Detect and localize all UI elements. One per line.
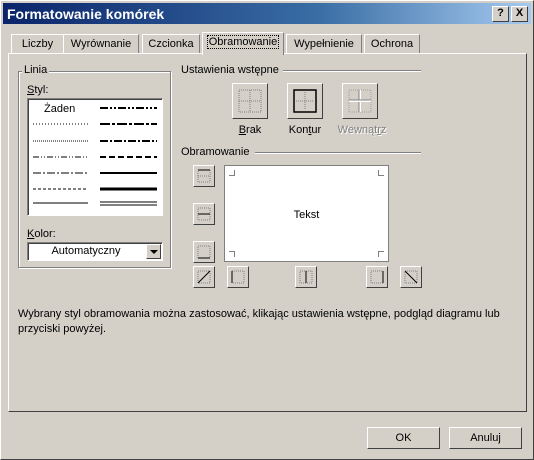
preset-none-button[interactable] <box>232 83 268 119</box>
border-right-button[interactable] <box>366 266 388 288</box>
border-inside-vertical-icon <box>299 270 313 284</box>
cancel-button[interactable]: Anuluj <box>449 427 522 449</box>
tab-czcionka[interactable]: Czcionka <box>142 34 200 54</box>
corner-mark <box>378 170 384 176</box>
style-label-rest: tyl: <box>34 84 49 96</box>
border-title: Obramowanie <box>181 146 250 158</box>
style-label: Styl: <box>27 84 49 96</box>
preview-text: Tekst <box>293 209 320 221</box>
border-top-icon <box>197 169 211 183</box>
border-diagonal-up-button[interactable] <box>193 266 215 288</box>
preset-none-label: Brak <box>238 124 262 136</box>
tab-label: Wyrównanie <box>70 38 132 50</box>
preset-inside-label: Wewnątrz <box>337 124 387 136</box>
border-preview[interactable]: Tekst <box>224 165 389 262</box>
tab-label: Wypełnienie <box>294 38 354 50</box>
description-text: Wybrany styl obramowania można zastosowa… <box>18 308 500 335</box>
corner-mark <box>229 251 235 257</box>
border-bottom-icon <box>197 245 211 259</box>
tab-label: Liczby <box>21 38 54 50</box>
corner-mark <box>229 170 235 176</box>
ok-button[interactable]: OK <box>367 427 440 449</box>
tab-label: Obramowanie <box>206 35 280 49</box>
tab-label: Czcionka <box>148 38 194 50</box>
border-inside-horizontal-button[interactable] <box>193 203 215 225</box>
line-group-title: Linia <box>22 64 50 76</box>
line-style-samples[interactable] <box>28 99 162 215</box>
color-label: Kolor: <box>27 228 56 240</box>
line-style-list[interactable]: Żaden <box>27 98 163 216</box>
tab-label: Ochrona <box>370 38 414 50</box>
diagonal-up-icon <box>197 270 211 284</box>
tab-wyrownanie[interactable]: Wyrównanie <box>63 34 139 54</box>
border-top-button[interactable] <box>193 165 215 187</box>
presets-title: Ustawienia wstępne <box>181 64 279 76</box>
close-button[interactable]: X <box>511 6 528 22</box>
title-bar[interactable]: Formatowanie komórek ? X <box>3 3 531 24</box>
border-divider <box>255 152 421 154</box>
preset-inside-button[interactable] <box>342 83 378 119</box>
tab-ochrona[interactable]: Ochrona <box>364 34 420 54</box>
border-none-icon <box>238 89 262 113</box>
color-value: Automatyczny <box>51 245 121 257</box>
border-right-icon <box>370 270 384 284</box>
diagonal-down-icon <box>404 270 418 284</box>
tab-wypelnienie[interactable]: Wypełnienie <box>286 34 362 54</box>
border-bottom-button[interactable] <box>193 241 215 263</box>
border-outline-icon <box>293 89 317 113</box>
help-button[interactable]: ? <box>492 6 509 22</box>
chevron-down-icon[interactable] <box>146 244 161 259</box>
border-inside-vertical-button[interactable] <box>295 266 317 288</box>
color-dropdown[interactable]: Automatyczny <box>27 242 163 261</box>
tab-liczby[interactable]: Liczby <box>11 34 64 54</box>
dialog-title: Formatowanie komórek <box>7 6 165 22</box>
border-inside-icon <box>348 89 372 113</box>
preset-outline-label: Kontur <box>288 124 322 136</box>
border-diagonal-down-button[interactable] <box>400 266 422 288</box>
presets-divider <box>283 70 421 72</box>
border-left-icon <box>231 270 245 284</box>
corner-mark <box>378 251 384 257</box>
preset-outline-button[interactable] <box>287 83 323 119</box>
border-left-button[interactable] <box>227 266 249 288</box>
border-inside-horizontal-icon <box>197 207 211 221</box>
tab-obramowanie[interactable]: Obramowanie <box>202 32 284 55</box>
